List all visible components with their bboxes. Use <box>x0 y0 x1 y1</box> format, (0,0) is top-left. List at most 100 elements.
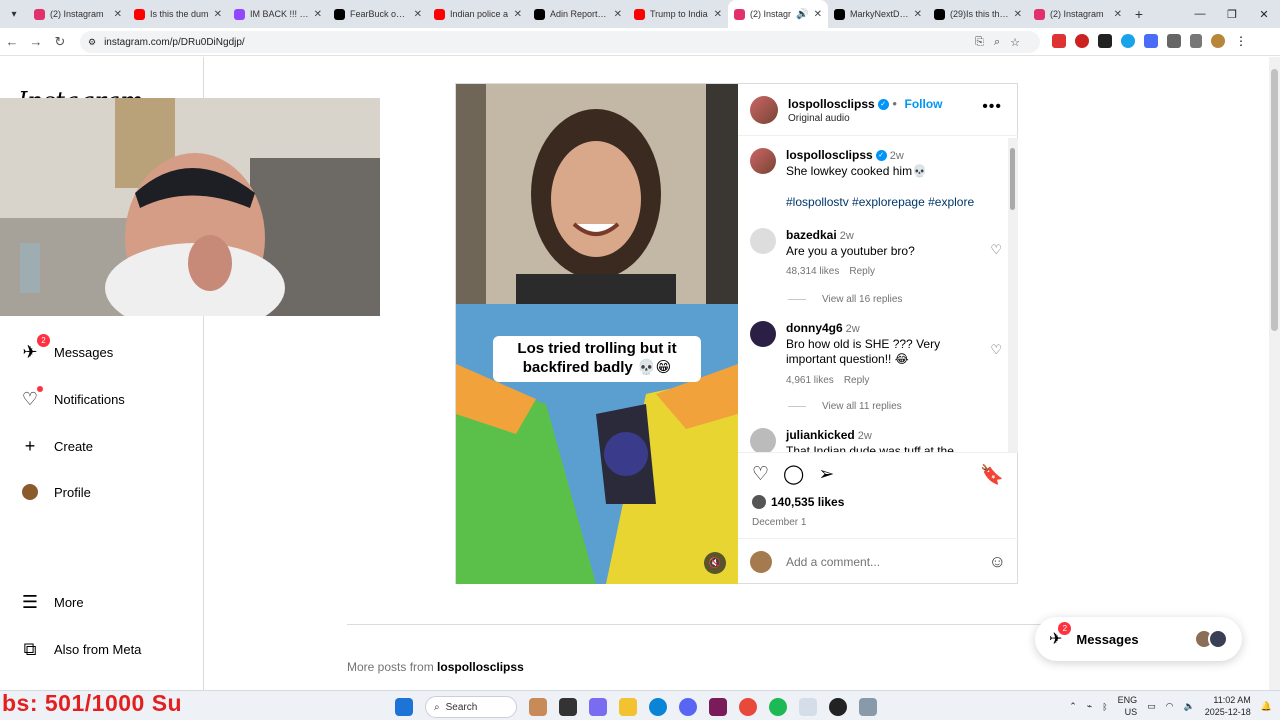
commenter-avatar[interactable] <box>750 228 776 254</box>
comment-likes[interactable]: 48,314 likes <box>786 266 839 277</box>
tab-5[interactable]: Adin Reports o ✕ <box>528 0 628 28</box>
like-count[interactable]: 140,535 likes <box>752 495 1004 509</box>
like-heart-icon[interactable]: ♡ <box>752 463 769 487</box>
emoji-picker-icon[interactable]: ☺ <box>989 552 1006 572</box>
site-info-icon[interactable]: ⚙ <box>88 37 96 48</box>
like-comment-heart-icon[interactable]: ♡ <box>990 242 1002 258</box>
comment-username[interactable]: bazedkai <box>786 228 837 242</box>
view-replies-button[interactable]: View all 16 replies <box>788 294 902 305</box>
author-avatar[interactable] <box>750 95 778 124</box>
comment-likes[interactable]: 4,961 likes <box>786 375 834 386</box>
new-tab-button[interactable]: + <box>1128 6 1150 22</box>
tab-3[interactable]: FearBuck on X: ✕ <box>328 0 428 28</box>
page-scrollbar-thumb[interactable] <box>1271 69 1278 331</box>
copilot-icon[interactable] <box>589 698 607 716</box>
spotify-icon[interactable] <box>769 698 787 716</box>
sidebar-item-create[interactable]: + Create <box>20 436 93 456</box>
comment-username[interactable]: juliankicked <box>786 428 855 442</box>
caption-author-avatar[interactable] <box>750 148 776 174</box>
comment-username[interactable]: donny4g6 <box>786 321 843 335</box>
bookmark-icon[interactable]: 🔖 <box>980 463 1004 487</box>
notepad-icon[interactable] <box>799 698 817 716</box>
restore-icon[interactable]: ❐ <box>1216 0 1248 28</box>
windows-start-icon[interactable] <box>395 698 413 716</box>
notification-bell-icon[interactable]: 🔔 <box>1261 701 1272 712</box>
close-tab-icon[interactable]: ✕ <box>1114 9 1122 20</box>
tab-8[interactable]: MarkyNextDoo ✕ <box>828 0 928 28</box>
tab-7-active[interactable]: (2) Instagr 🔊 ✕ <box>728 0 828 28</box>
tab-10[interactable]: (2) Instagram ✕ <box>1028 0 1128 28</box>
more-posts-username[interactable]: lospolloscIipss <box>437 660 524 674</box>
display-icon[interactable]: ▭ <box>1147 701 1156 712</box>
close-tab-icon[interactable]: ✕ <box>214 9 222 20</box>
profile-avatar-icon[interactable] <box>1211 34 1225 48</box>
comments-scrollbar[interactable] <box>1008 138 1018 452</box>
tab-2[interactable]: IM BACK !!! - Ti ✕ <box>228 0 328 28</box>
url-text[interactable]: instagram.com/p/DRu0DiNgdjp/ <box>104 37 245 48</box>
puzzle-icon[interactable] <box>1167 34 1181 48</box>
close-tab-icon[interactable]: ✕ <box>714 9 722 20</box>
edge-icon[interactable] <box>649 698 667 716</box>
install-app-icon[interactable]: ⎘ <box>975 36 984 49</box>
mute-toggle-icon[interactable]: 🔇 <box>704 552 726 574</box>
page-scrollbar[interactable] <box>1269 57 1280 690</box>
sidebar-item-notifications[interactable]: ♡ Notifications <box>20 386 125 409</box>
taskbar-app-icon[interactable] <box>559 698 577 716</box>
tab-4[interactable]: Indian police a ✕ <box>428 0 528 28</box>
minimize-icon[interactable]: — <box>1184 0 1216 28</box>
close-tab-icon[interactable]: ✕ <box>914 9 922 20</box>
tab-6[interactable]: Trump to India ✕ <box>628 0 728 28</box>
tab-search-icon[interactable] <box>1190 34 1202 48</box>
extension-icon[interactable] <box>1144 34 1158 48</box>
speaker-icon[interactable]: 🔊 <box>796 9 808 20</box>
messages-floating-button[interactable]: ✈ 2 Messages <box>1035 617 1242 661</box>
sidebar-item-profile[interactable]: Profile <box>20 482 91 502</box>
tab-search-icon[interactable]: ▾ <box>0 0 28 28</box>
add-comment-input[interactable]: Add a comment... <box>786 555 989 569</box>
extension-icon[interactable] <box>1098 34 1112 48</box>
more-options-icon[interactable]: ••• <box>982 98 1002 116</box>
omnibox[interactable]: ⚙ instagram.com/p/DRu0DiNgdjp/ ⎘ ⌕ ☆ <box>80 31 1040 53</box>
close-tab-icon[interactable]: ✕ <box>414 9 422 20</box>
file-explorer-icon[interactable] <box>619 698 637 716</box>
language-indicator[interactable]: ENG US <box>1118 695 1138 718</box>
reply-button[interactable]: Reply <box>844 375 870 386</box>
close-tab-icon[interactable]: ✕ <box>114 9 122 20</box>
volume-icon[interactable]: 🔈 <box>1184 701 1195 712</box>
taskbar-search[interactable]: ⌕ Search <box>425 696 517 718</box>
sidebar-item-also-from-meta[interactable]: ⧉ Also from Meta <box>20 639 142 659</box>
follow-button[interactable]: Follow <box>905 97 943 111</box>
reel-video[interactable]: Los tried trolling but it backfired badl… <box>456 84 738 584</box>
zoom-icon[interactable]: ⌕ <box>994 36 1000 49</box>
sidebar-item-more[interactable]: ☰ More <box>20 592 84 612</box>
extension-icon[interactable] <box>1121 34 1135 48</box>
bookmark-star-icon[interactable]: ☆ <box>1010 36 1020 49</box>
close-tab-icon[interactable]: ✕ <box>314 9 322 20</box>
caption-hashtags[interactable]: #lospollostv #explorepage #explore <box>786 195 976 211</box>
share-send-icon[interactable]: ➢ <box>818 463 834 487</box>
clock[interactable]: 11:02 AM 2025-12-18 <box>1205 695 1251 718</box>
audio-label[interactable]: Original audio <box>788 113 943 124</box>
reply-button[interactable]: Reply <box>849 266 875 277</box>
like-comment-heart-icon[interactable]: ♡ <box>990 342 1002 358</box>
close-tab-icon[interactable]: ✕ <box>1014 9 1022 20</box>
caption-username[interactable]: lospolloscIipss <box>786 148 873 162</box>
close-window-icon[interactable]: ✕ <box>1248 0 1280 28</box>
network-icon[interactable]: ⌁ <box>1087 701 1092 712</box>
close-tab-icon[interactable]: ✕ <box>814 9 822 20</box>
close-tab-icon[interactable]: ✕ <box>514 9 522 20</box>
taskbar-app-icon[interactable] <box>709 698 727 716</box>
tab-1[interactable]: Is this the dum ✕ <box>128 0 228 28</box>
tab-9[interactable]: (29)Is this the c ✕ <box>928 0 1028 28</box>
extension-icon[interactable] <box>1052 34 1066 48</box>
comment-bubble-icon[interactable]: ◯ <box>783 463 804 487</box>
extension-icon[interactable] <box>1075 34 1089 48</box>
view-replies-button[interactable]: View all 11 replies <box>788 401 902 412</box>
kebab-menu-icon[interactable]: ⋮ <box>1234 34 1248 48</box>
author-username[interactable]: lospolloscIipss <box>788 97 875 111</box>
reload-icon[interactable]: ↻ <box>48 34 72 50</box>
forward-icon[interactable]: → <box>24 34 48 49</box>
discord-icon[interactable] <box>679 698 697 716</box>
scrollbar-thumb[interactable] <box>1010 148 1015 210</box>
tab-0[interactable]: (2) Instagram ✕ <box>28 0 128 28</box>
